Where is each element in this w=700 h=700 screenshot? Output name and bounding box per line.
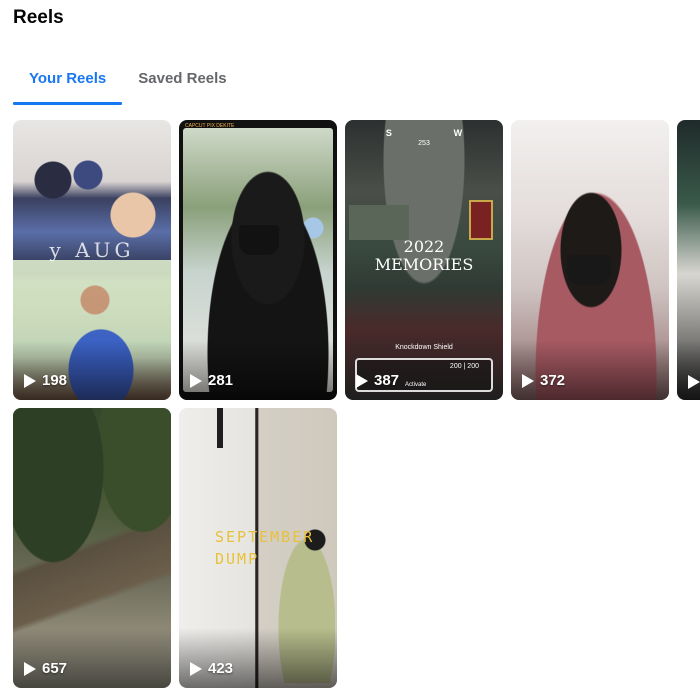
play-icon [24, 373, 36, 388]
reel-views: 372 [540, 372, 566, 389]
camera-overlay: CAPCUT PIX DEKITE [185, 123, 235, 129]
reel-tile[interactable]: 372 [511, 120, 669, 400]
play-icon [356, 373, 368, 388]
hud-value: 200 | 200 [449, 363, 479, 370]
hud-sub: Activate [405, 382, 427, 388]
reel-tile[interactable]: S W 253 2022 MEMORIES Knockdown Shield 2… [345, 120, 503, 400]
reel-shade [511, 340, 669, 400]
compass-w: W [453, 128, 463, 138]
compass-heading: 253 [418, 140, 430, 147]
play-icon [190, 373, 202, 388]
tab-your-reels-label: Your Reels [29, 69, 107, 87]
hud-label: Knockdown Shield [395, 344, 453, 351]
hanging-strap [217, 408, 223, 448]
tab-your-reels[interactable]: Your Reels [13, 52, 123, 105]
reel-view-count: 372 [522, 372, 565, 389]
game-compass: S W [345, 128, 503, 138]
reel-views: 423 [208, 660, 234, 677]
reel-views: 387 [374, 372, 400, 389]
tab-saved-reels[interactable]: Saved Reels [122, 52, 242, 104]
reel-shade [13, 340, 171, 400]
reels-grid: y AUG 198 CAPCUT PIX DEKITE 281 S W 253 … [13, 120, 700, 700]
reel-view-count: 387 [356, 372, 399, 389]
reel-tile[interactable]: y AUG 198 [13, 120, 171, 400]
tab-saved-reels-label: Saved Reels [138, 69, 227, 87]
reel-tile[interactable]: CAPCUT PIX DEKITE 281 [179, 120, 337, 400]
reel-views: 281 [208, 372, 234, 389]
face-mask [567, 255, 611, 285]
scene-panel [349, 205, 409, 240]
reel-overlay-text: y AUG [49, 238, 135, 262]
reel-views: 198 [42, 372, 68, 389]
reel-tile[interactable]: 657 [13, 408, 171, 688]
reel-shade [677, 340, 700, 400]
reel-tile[interactable]: SEPTEMBER DUMP 423 [179, 408, 337, 688]
reel-overlay-text: SEPTEMBER DUMP [215, 528, 315, 568]
face-mask [239, 225, 279, 255]
play-icon [24, 661, 36, 676]
play-icon [522, 373, 534, 388]
reel-shade [179, 628, 337, 688]
play-icon [688, 375, 700, 389]
play-icon [190, 661, 202, 676]
reel-overlay-text: 2022 MEMORIES [374, 237, 474, 274]
reel-view-count: 657 [24, 660, 67, 677]
reels-tabs: Your Reels Saved Reels [13, 52, 243, 105]
reel-views: 657 [42, 660, 68, 677]
reel-view-count: 198 [24, 372, 67, 389]
reel-view-count: 423 [190, 660, 233, 677]
reel-shade [13, 628, 171, 688]
page-title: Reels [13, 7, 64, 28]
reel-shade [179, 340, 337, 400]
compass-s: S [385, 128, 392, 138]
reel-view-count: 281 [190, 372, 233, 389]
reel-view-count [688, 375, 700, 389]
scene-door [469, 200, 493, 240]
reel-tile[interactable] [677, 120, 700, 400]
